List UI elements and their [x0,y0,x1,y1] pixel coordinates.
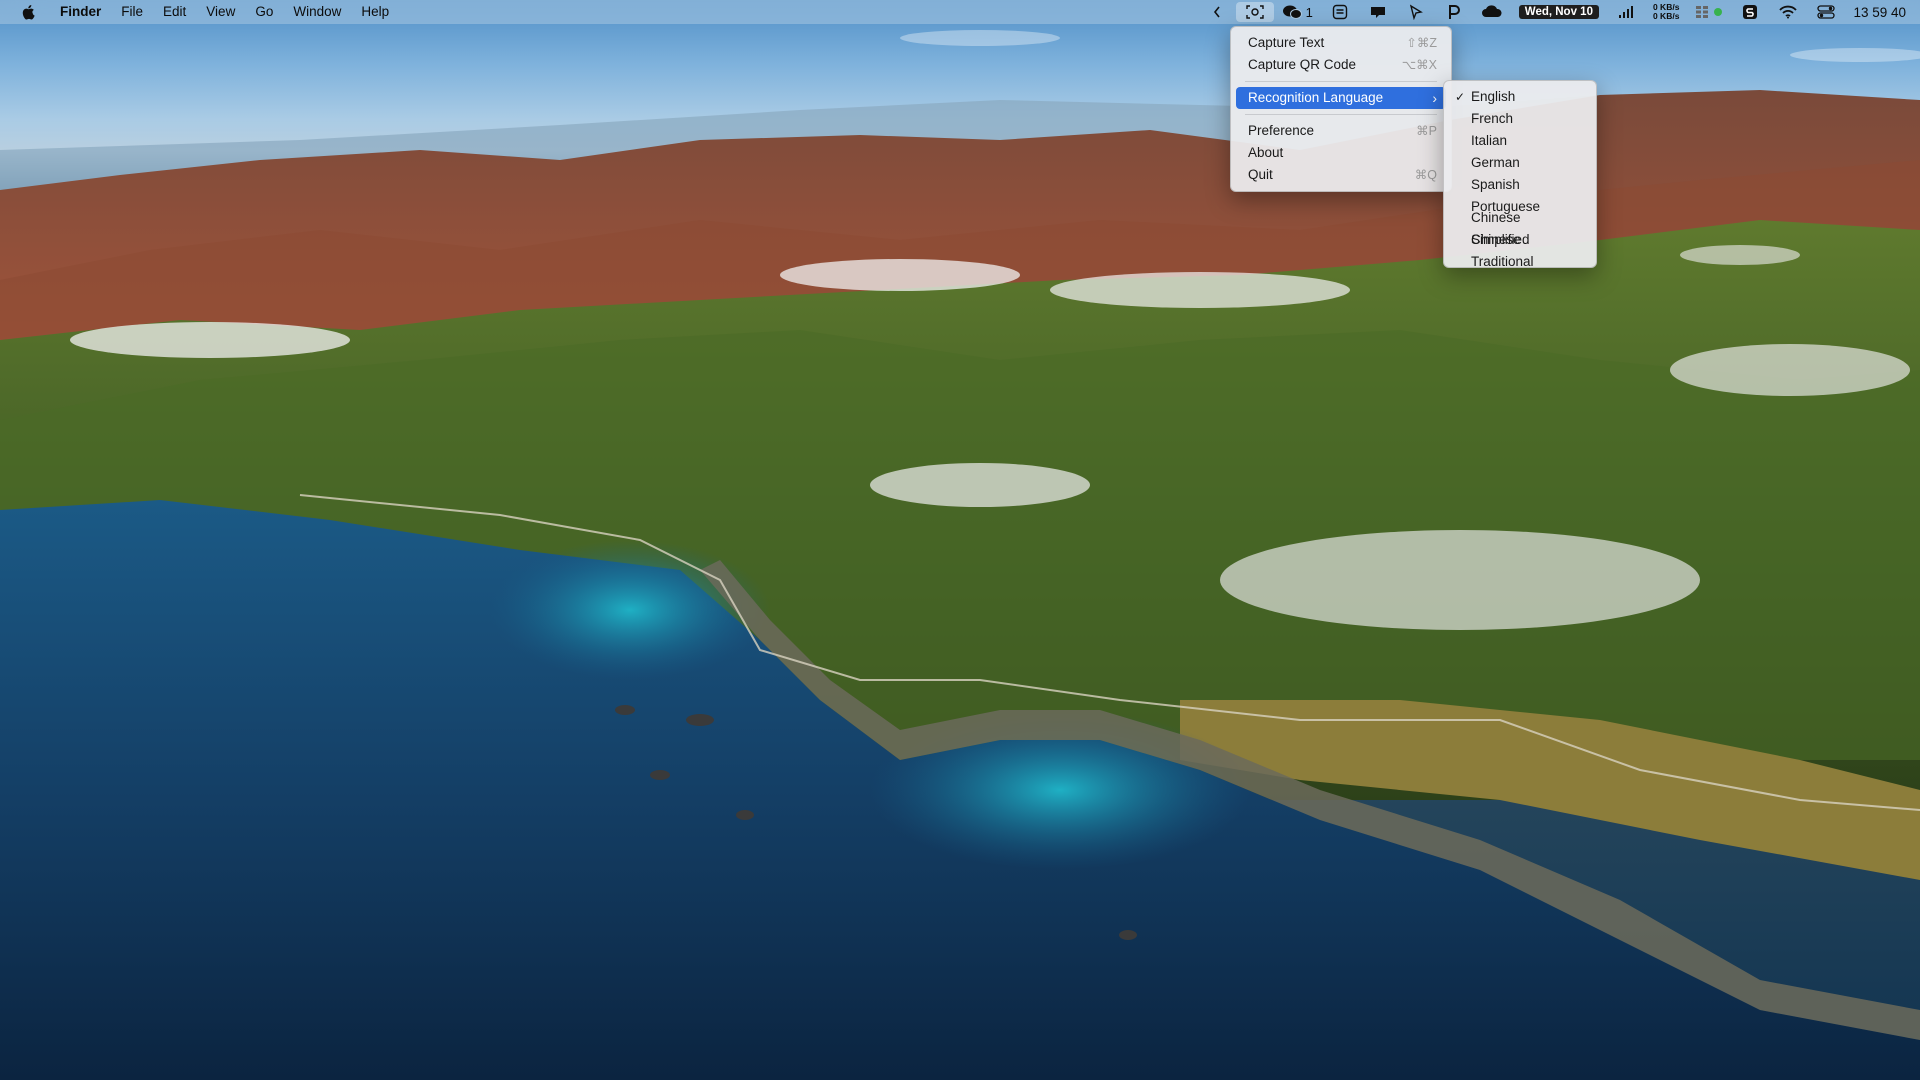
menu-view[interactable]: View [196,0,245,24]
menu-separator [1245,81,1437,82]
capture-qr-label: Capture QR Code [1248,57,1357,72]
language-label: French [1471,111,1514,126]
menu-item-capture-text[interactable]: Capture Text ⇧⌘Z [1236,32,1446,54]
s-app-icon[interactable] [1731,0,1769,24]
language-label: Italian [1471,133,1508,148]
menu-edit[interactable]: Edit [153,0,196,24]
menu-help[interactable]: Help [351,0,399,24]
quit-label: Quit [1248,167,1273,182]
preference-shortcut: ⌘P [1416,124,1437,138]
about-label: About [1248,145,1284,160]
language-item-chinese-traditional[interactable]: Chinese Traditional [1449,232,1591,269]
scanner-icon[interactable] [1321,0,1359,24]
cloud-icon[interactable] [1473,0,1511,24]
language-label: Spanish [1471,177,1520,192]
preference-label: Preference [1248,123,1315,138]
language-label: English [1471,89,1516,104]
app-menu-finder[interactable]: Finder [50,0,111,24]
p-app-icon[interactable] [1435,0,1473,24]
language-item-english[interactable]: ✓ English [1449,86,1591,108]
language-item-french[interactable]: French [1449,108,1591,130]
status-area: 1 Wed, Nov 10 0 KB/s 0 KB/s 13 59 40 [1198,0,1906,24]
wechat-badge-count: 1 [1305,4,1313,20]
wallpaper-landscape-image [0,30,1920,1080]
cursor-icon[interactable] [1397,0,1435,24]
menu-item-quit[interactable]: Quit ⌘Q [1236,164,1446,186]
menu-item-recognition-language[interactable]: Recognition Language › [1236,87,1446,109]
checkmark-icon: ✓ [1455,90,1466,104]
menu-item-about[interactable]: About [1236,142,1446,164]
language-label: German [1471,155,1520,170]
menu-item-capture-qr-code[interactable]: Capture QR Code ⌥⌘X [1236,54,1446,76]
ocr-app-menu: Capture Text ⇧⌘Z Capture QR Code ⌥⌘X Rec… [1230,26,1452,192]
menu-bar: Finder File Edit View Go Window Help 1 W… [0,0,1920,24]
cpu-grid-icon[interactable] [1687,0,1731,24]
notification-icon[interactable] [1359,0,1397,24]
language-item-spanish[interactable]: Spanish [1449,174,1591,196]
menubar-clock[interactable]: 13 59 40 [1853,5,1906,20]
language-item-italian[interactable]: Italian [1449,130,1591,152]
recognition-language-submenu: ✓ English French Italian German Spanish … [1443,80,1597,269]
language-item-german[interactable]: German [1449,152,1591,174]
status-dot-icon [1714,8,1723,16]
wifi-icon[interactable] [1769,0,1807,24]
menu-go[interactable]: Go [245,0,283,24]
menu-item-preference[interactable]: Preference ⌘P [1236,120,1446,142]
control-center-icon[interactable] [1807,0,1845,24]
menu-window[interactable]: Window [283,0,351,24]
signal-bars-icon[interactable] [1607,0,1645,24]
chevron-right-icon: › [1432,90,1437,106]
capture-qr-shortcut: ⌥⌘X [1401,58,1437,72]
wechat-icon[interactable]: 1 [1274,0,1321,24]
date-badge[interactable]: Wed, Nov 10 [1518,5,1599,19]
network-speed[interactable]: 0 KB/s 0 KB/s [1653,3,1679,21]
apple-logo-icon[interactable] [18,0,38,24]
menu-bar-left: Finder File Edit View Go Window Help [0,0,399,24]
chevron-left-icon[interactable] [1198,0,1236,24]
screen-capture-icon[interactable] [1235,2,1274,22]
recognition-language-label: Recognition Language [1248,90,1384,105]
desktop-wallpaper [0,0,1920,1080]
menu-file[interactable]: File [111,0,153,24]
menu-separator [1245,114,1437,115]
net-download: 0 KB/s [1652,11,1680,21]
capture-text-label: Capture Text [1248,35,1325,50]
capture-text-shortcut: ⇧⌘Z [1406,36,1437,50]
quit-shortcut: ⌘Q [1414,168,1437,182]
language-label: Chinese Traditional [1471,232,1534,269]
